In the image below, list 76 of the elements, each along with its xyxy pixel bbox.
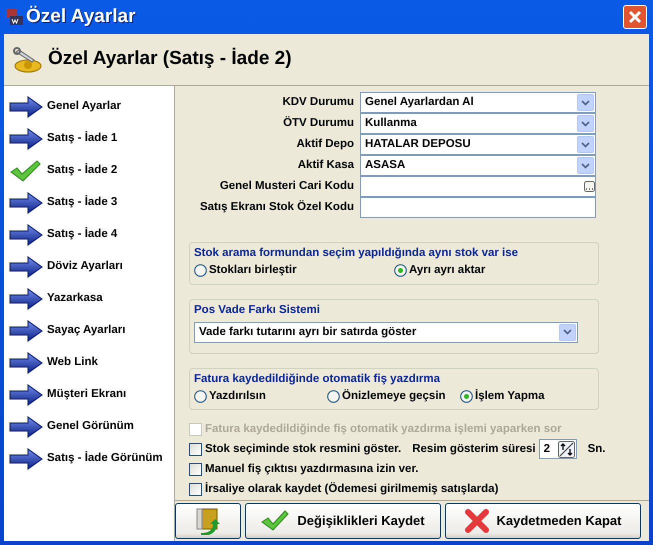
input-field[interactable] bbox=[360, 176, 596, 197]
field-label: Aktif Kasa bbox=[296, 158, 355, 173]
checkbox-label: Fatura kaydedildiğinde fiş otomatik yazdırma işlemi yaparken sor bbox=[205, 422, 562, 437]
checkbox[interactable] bbox=[189, 463, 202, 476]
dropdown-button[interactable] bbox=[559, 324, 576, 341]
sidebar-item[interactable]: Genel Görünüm bbox=[4, 411, 174, 443]
close-button[interactable] bbox=[623, 5, 647, 29]
dropdown-button[interactable] bbox=[577, 157, 594, 174]
checkmark-icon bbox=[261, 510, 290, 532]
spinner-icon bbox=[558, 440, 575, 458]
dropdown-button[interactable] bbox=[577, 94, 594, 111]
sidebar-item[interactable]: Genel Ayarlar bbox=[4, 91, 174, 123]
settings-icon bbox=[12, 46, 44, 74]
app-icon bbox=[6, 8, 24, 26]
sidebar-item[interactable]: Satış - İade 1 bbox=[4, 123, 174, 155]
radio-option[interactable]: Önizlemeye geçsin bbox=[327, 388, 460, 406]
dropdown-field[interactable]: Genel Ayarlardan Al bbox=[360, 92, 596, 113]
arrow-icon bbox=[9, 222, 43, 248]
dropdown-button[interactable] bbox=[577, 136, 594, 153]
chevron-down-icon bbox=[581, 142, 590, 148]
checkbox-label: Manuel fiş çıktısı yazdırmasına izin ver. bbox=[205, 462, 418, 477]
radio-option[interactable]: Yazdırılsın bbox=[194, 388, 327, 406]
sidebar-item[interactable]: Web Link bbox=[4, 347, 174, 379]
sidebar-item[interactable]: Döviz Ayarları bbox=[4, 251, 174, 283]
sidebar-item[interactable]: Müşteri Ekranı bbox=[4, 379, 174, 411]
arrow-icon bbox=[9, 382, 43, 408]
arrow-icon bbox=[9, 126, 43, 152]
chevron-down-icon bbox=[581, 100, 590, 106]
exit-door-icon bbox=[195, 507, 221, 535]
sidebar-item[interactable]: Satış - İade 4 bbox=[4, 219, 174, 251]
dropdown-field[interactable]: Vade farkı tutarını ayrı bir satırda göster bbox=[194, 322, 578, 343]
dropdown-button[interactable] bbox=[577, 115, 594, 132]
checkbox[interactable] bbox=[189, 442, 202, 456]
dropdown-field[interactable]: ASASA bbox=[360, 155, 596, 176]
field-label: ÖTV Durumu bbox=[282, 115, 355, 131]
chevron-down-icon bbox=[581, 120, 590, 126]
arrow-icon bbox=[9, 446, 43, 472]
close-icon bbox=[464, 509, 488, 533]
arrow-icon bbox=[9, 318, 43, 344]
checkmark-icon bbox=[9, 158, 43, 184]
sidebar-item[interactable]: Sayaç Ayarları bbox=[4, 315, 174, 347]
sidebar-item[interactable]: Yazarkasa bbox=[4, 283, 174, 315]
arrow-icon bbox=[9, 350, 43, 376]
radio-option[interactable]: İşlem Yapma bbox=[460, 388, 593, 406]
dropdown-field[interactable]: Kullanma bbox=[360, 113, 596, 134]
unit-label: Sn. bbox=[588, 442, 606, 457]
field-label: Resim gösterim süresi bbox=[412, 442, 536, 457]
arrow-icon bbox=[9, 94, 43, 120]
header-title: Özel Ayarlar (Satış - İade 2) bbox=[48, 46, 292, 72]
ellipsis-icon bbox=[584, 181, 595, 192]
save-button[interactable]: Değişiklikleri Kaydet bbox=[245, 503, 441, 539]
cancel-button[interactable]: Kaydetmeden Kapat bbox=[445, 503, 641, 539]
arrow-icon bbox=[9, 190, 43, 216]
field-label: Satış Ekranı Stok Özel Kodu bbox=[198, 199, 355, 215]
field-label: KDV Durumu bbox=[281, 94, 355, 110]
close-icon bbox=[628, 10, 642, 24]
field-label: Genel Musteri Cari Kodu bbox=[218, 178, 355, 194]
dropdown-field[interactable]: HATALAR DEPOSU bbox=[360, 134, 596, 155]
arrow-icon bbox=[9, 254, 43, 280]
field-label: Aktif Depo bbox=[296, 136, 355, 152]
sidebar-item[interactable]: Satış - İade 2 bbox=[4, 155, 174, 187]
radio-option[interactable]: Ayrı ayrı aktar bbox=[394, 262, 594, 280]
window-title: Özel Ayarlar bbox=[26, 4, 136, 29]
chevron-down-icon bbox=[563, 329, 572, 336]
chevron-down-icon bbox=[581, 162, 590, 168]
arrow-icon bbox=[9, 286, 43, 312]
exit-button[interactable] bbox=[175, 503, 241, 539]
spin-field[interactable]: 2 bbox=[538, 439, 577, 460]
radio-option[interactable]: Stokları birleştir bbox=[194, 262, 394, 280]
sidebar-item[interactable]: Satış - İade Görünüm bbox=[4, 443, 174, 475]
checkbox[interactable] bbox=[189, 483, 202, 496]
checkbox-label: Stok seçiminde stok resmini göster. bbox=[205, 442, 402, 457]
input-field[interactable] bbox=[360, 197, 596, 218]
sidebar-item[interactable]: Satış - İade 3 bbox=[4, 187, 174, 219]
arrow-icon bbox=[9, 414, 43, 440]
checkbox-label: İrsaliye olarak kaydet (Ödemesi girilmemiş satışlarda) bbox=[205, 481, 498, 498]
